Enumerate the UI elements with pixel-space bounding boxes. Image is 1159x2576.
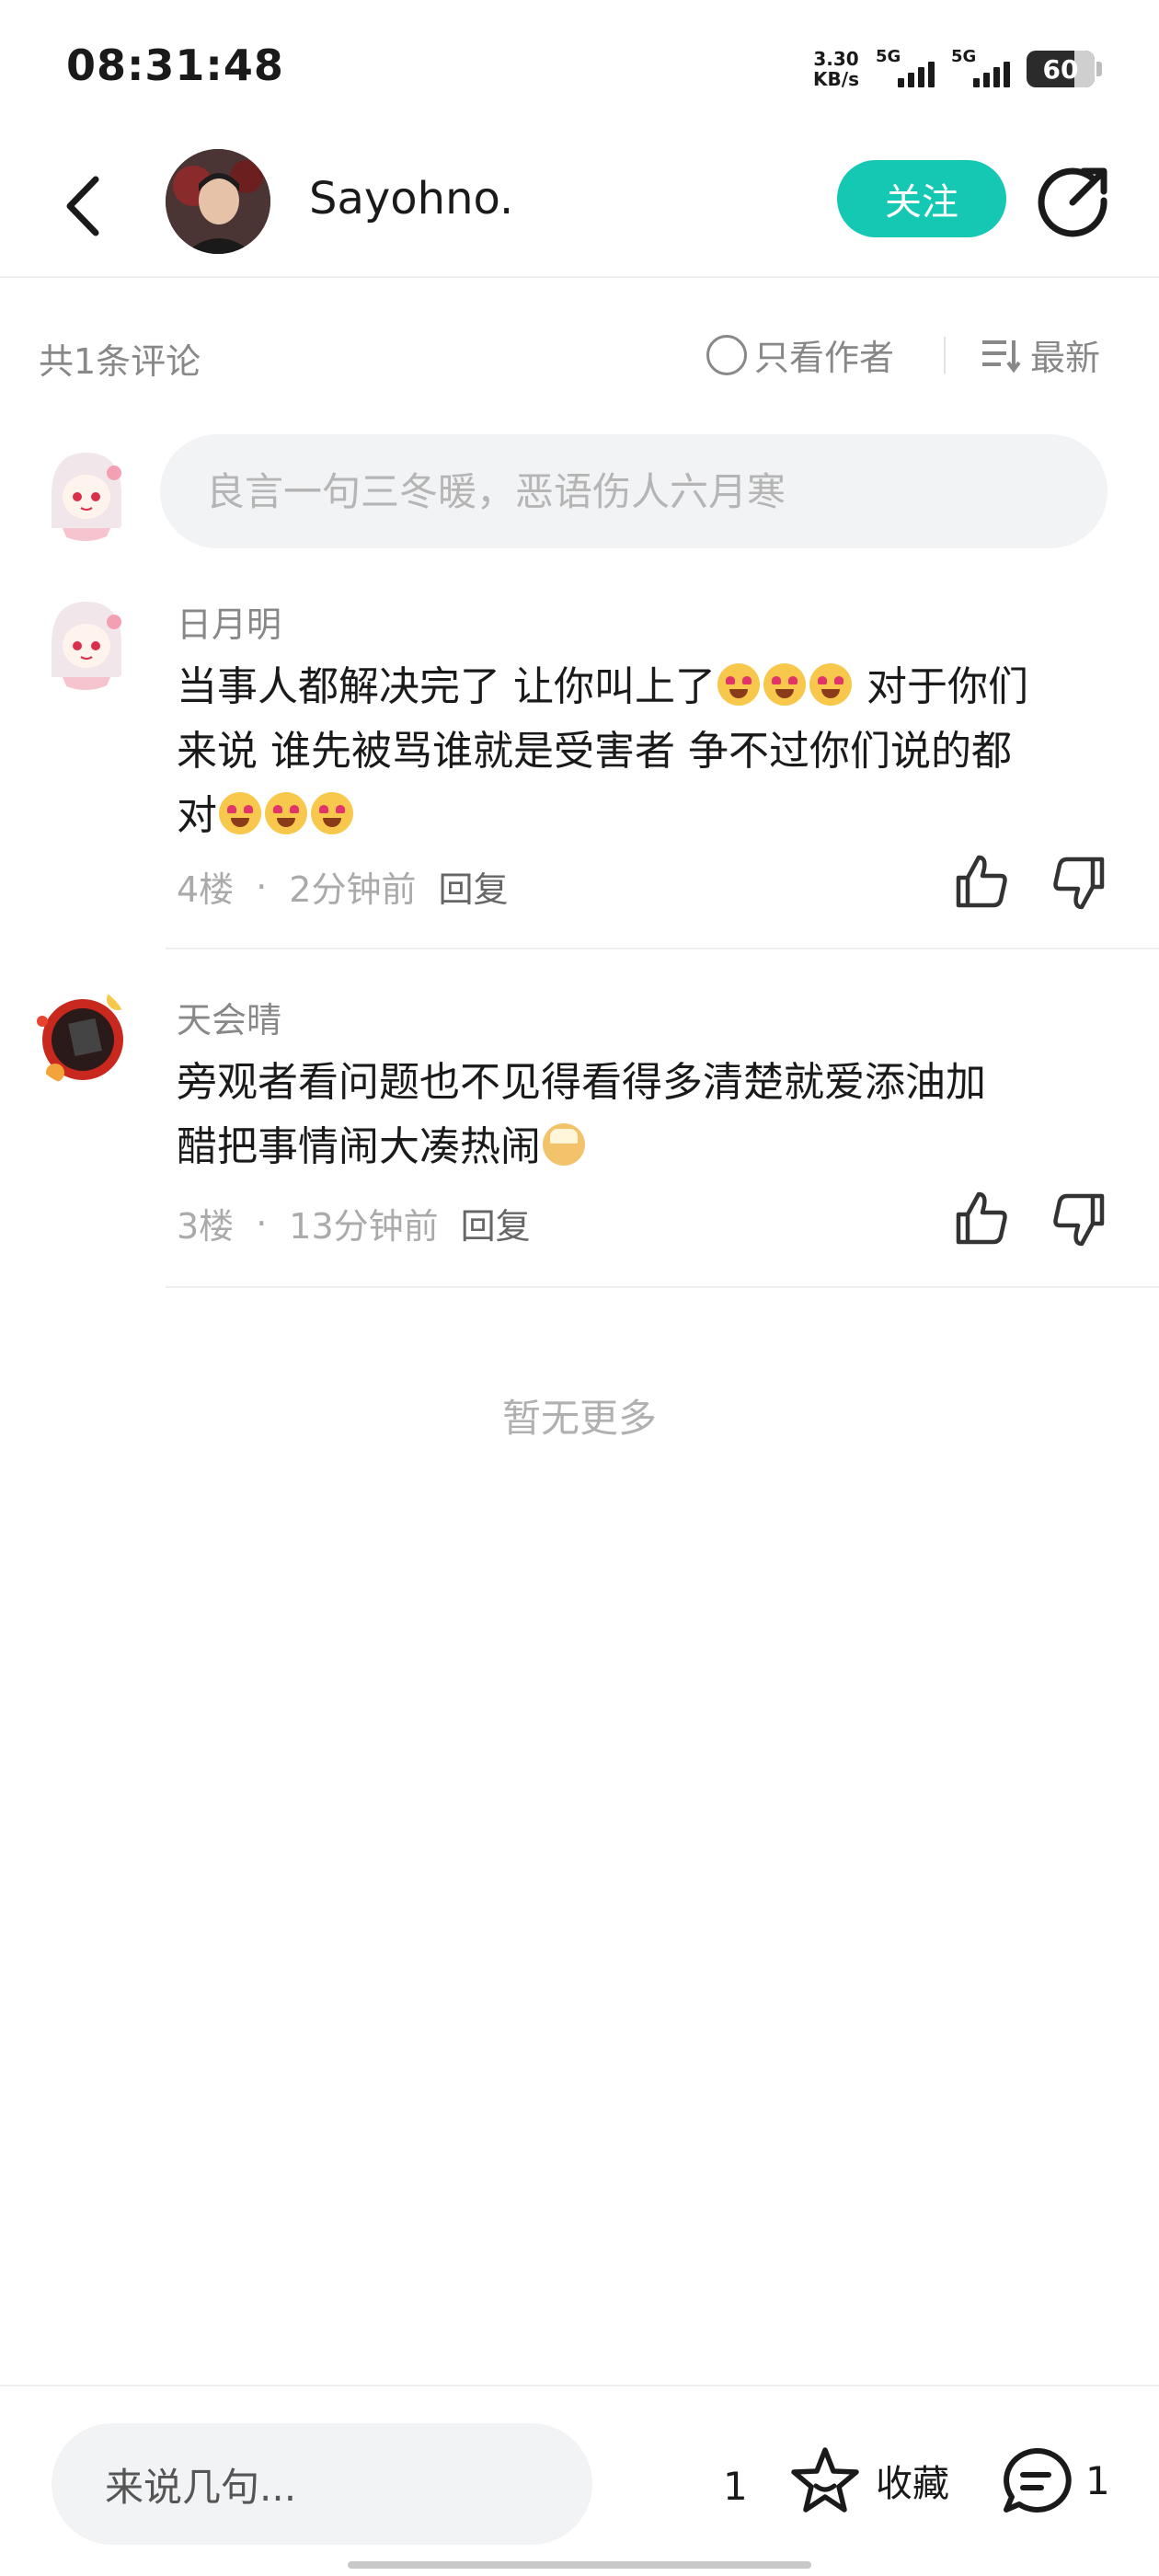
- like-button[interactable]: [951, 852, 1012, 913]
- dislike-button[interactable]: [1049, 852, 1109, 913]
- divider: [944, 337, 946, 374]
- status-bar: 08:31:48 3.30 KB/s 5G 5G 60: [0, 0, 1159, 138]
- star-icon: [791, 2447, 859, 2513]
- commenter-name[interactable]: 天会晴: [177, 992, 281, 1042]
- favorite-label: 收藏: [876, 2463, 949, 2505]
- comment-text-line: 对: [177, 784, 1106, 848]
- reply-button[interactable]: 回复: [461, 1198, 531, 1248]
- heart-eyes-emoji-icon: [809, 663, 852, 706]
- comment-bubble-icon: [1004, 2447, 1072, 2513]
- heart-eyes-emoji-icon: [265, 792, 307, 834]
- comment-text-line: 当事人都解决完了 让你叫上了 对于你们: [177, 655, 1106, 719]
- signal-icon: 5G: [876, 47, 935, 91]
- commenter-avatar-image: [35, 589, 136, 690]
- share-icon: [1038, 167, 1107, 237]
- reply-button[interactable]: 回复: [438, 861, 508, 912]
- comment-button[interactable]: 1: [999, 2445, 1110, 2515]
- comment-meta: 3楼 · 13分钟前 回复: [177, 1198, 531, 1248]
- author-only-label: 只看作者: [754, 338, 895, 378]
- comment-toolbar: 共1条评论 只看作者 最新: [0, 313, 1159, 396]
- comment-divider: [166, 948, 1159, 949]
- comment-input[interactable]: [160, 434, 1107, 548]
- comment-divider: [166, 1286, 1159, 1288]
- comment-text: 旁观者看问题也不见得看得多清楚就爱添油加 醋把事情闹大凑热闹: [177, 1051, 1106, 1179]
- comment-count: 共1条评论: [39, 341, 201, 382]
- status-icons: 3.30 KB/s 5G 5G 60: [813, 46, 1102, 92]
- comment-floor: 4楼: [177, 869, 235, 910]
- comment-text-segment: 对于你们: [854, 663, 1028, 710]
- author-avatar[interactable]: [166, 149, 270, 254]
- thumbs-down-icon: [1053, 857, 1105, 910]
- comment-time: 2分钟前: [289, 869, 417, 910]
- battery-icon: 60: [1027, 51, 1102, 87]
- sort-icon: [982, 339, 1021, 373]
- author-avatar-image: [166, 149, 270, 254]
- comment-text-segment: 当事人都解决完了 让你叫上了: [177, 663, 716, 710]
- heart-eyes-emoji-icon: [219, 792, 261, 834]
- comment-text-line: 醋把事情闹大凑热闹: [177, 1115, 1106, 1179]
- network-speed: 3.30 KB/s: [813, 49, 859, 89]
- thumbs-down-icon: [1053, 1193, 1105, 1247]
- share-button[interactable]: [1038, 164, 1111, 237]
- comment-text: 当事人都解决完了 让你叫上了 对于你们 来说 谁先被骂谁就是受害者 争不过你们说…: [177, 655, 1106, 848]
- sort-label: 最新: [1030, 338, 1101, 378]
- popcorn-emoji-icon: [543, 1123, 585, 1166]
- commenter-avatar[interactable]: [35, 589, 136, 690]
- network-speed-value: 3.30: [813, 48, 859, 70]
- header: Sayohno. 关注: [0, 138, 1159, 278]
- sort-button[interactable]: 最新: [981, 329, 1100, 380]
- back-arrow-icon: [66, 176, 99, 236]
- comment-count-label: 1: [1085, 2457, 1110, 2503]
- heart-eyes-emoji-icon: [717, 663, 760, 706]
- comment-input-row: [0, 429, 1159, 548]
- favorite-button[interactable]: 收藏: [789, 2445, 949, 2515]
- commenter-avatar[interactable]: [28, 984, 129, 1086]
- dislike-button[interactable]: [1049, 1189, 1109, 1249]
- comment-time: 13分钟前: [289, 1206, 439, 1247]
- my-avatar-image: [35, 440, 136, 541]
- comment-item: 天会晴 旁观者看问题也不见得看得多清楚就爱添油加 醋把事情闹大凑热闹 3楼 · …: [0, 984, 1159, 1288]
- like-count: 1: [723, 2464, 748, 2509]
- author-name[interactable]: Sayohno.: [309, 173, 513, 224]
- follow-button[interactable]: 关注: [837, 160, 1006, 237]
- commenter-avatar-image: [28, 984, 129, 1086]
- like-button[interactable]: [951, 1189, 1012, 1249]
- back-button[interactable]: [55, 169, 110, 243]
- comment-floor: 3楼: [177, 1206, 235, 1247]
- no-more-text: 暂无更多: [501, 1396, 657, 1441]
- meta-dot: ·: [256, 866, 268, 907]
- author-only-toggle[interactable]: 只看作者: [706, 329, 894, 380]
- home-indicator[interactable]: [348, 2561, 811, 2569]
- meta-dot: ·: [256, 1202, 268, 1244]
- thumbs-up-icon: [956, 855, 1007, 908]
- heart-eyes-emoji-icon: [763, 663, 806, 706]
- status-time: 08:31:48: [66, 40, 284, 90]
- my-avatar[interactable]: [35, 440, 136, 541]
- comment-meta: 4楼 · 2分钟前 回复: [177, 861, 508, 912]
- comment-item: 日月明 当事人都解决完了 让你叫上了 对于你们 来说 谁先被骂谁就是受害者 争不…: [0, 589, 1159, 949]
- comment-text-segment: 醋把事情闹大凑热闹: [177, 1123, 541, 1170]
- signal-icon-2: 5G: [951, 47, 1010, 91]
- thumbs-up-icon: [956, 1191, 1007, 1245]
- commenter-name[interactable]: 日月明: [177, 596, 281, 647]
- say-input[interactable]: 来说几句...: [52, 2423, 592, 2545]
- comment-text-segment: 对: [177, 792, 217, 839]
- comment-text-line: 旁观者看问题也不见得看得多清楚就爱添油加: [177, 1059, 986, 1106]
- bottom-bar: 来说几句... 1 收藏 1: [0, 2385, 1159, 2576]
- battery-level: 60: [1042, 53, 1079, 85]
- network-speed-unit: KB/s: [813, 68, 859, 90]
- heart-eyes-emoji-icon: [311, 792, 353, 834]
- comment-text-line: 来说 谁先被骂谁就是受害者 争不过你们说的都: [177, 728, 1012, 775]
- radio-icon: [706, 334, 747, 375]
